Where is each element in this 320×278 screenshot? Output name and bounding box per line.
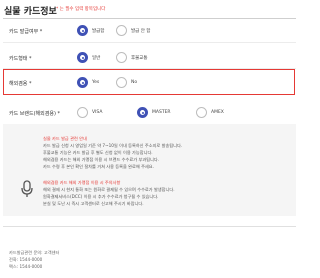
footer-divider	[3, 226, 296, 227]
notice-line: 분실 및 도난 시 즉시 고객센터로 신고해 주시기 바랍니다.	[43, 201, 144, 206]
option-brand-master: MASTER	[152, 110, 171, 115]
notice-line: 원화결제서비스(DCC) 이용 시 추가 수수료가 청구될 수 있습니다.	[43, 194, 159, 199]
label-overseas: 해외겸용 *	[9, 81, 32, 87]
option-card-issue-yes: 발급함	[92, 29, 105, 34]
label-card-brand: 카드 브랜드(해외겸용) *	[9, 111, 60, 117]
radio-brand-master[interactable]	[137, 107, 148, 118]
option-card-type-transit: 후불교통	[131, 56, 148, 61]
option-overseas-yes: Yes	[92, 80, 100, 85]
section-title: 실물 카드정보	[4, 7, 57, 17]
notice-line: 해외겸용 카드는 해외 가맹점 이용 시 브랜드 수수료가 부과됩니다.	[43, 157, 159, 162]
radio-card-type-transit[interactable]	[116, 52, 127, 63]
notice-line: 해외 결제 시 현지 통화 또는 원화로 결제될 수 있으며 수수료가 발생합니…	[43, 187, 175, 192]
notice-line: 카드 수령 후 본인 확인 절차를 거쳐 사용 등록을 완료해 주세요.	[43, 164, 154, 169]
notice-line: 실물 카드 발급 관련 안내	[43, 136, 87, 141]
radio-brand-amex[interactable]	[196, 107, 207, 118]
microphone-icon	[21, 180, 33, 197]
highlight-box	[3, 69, 295, 95]
top-divider	[3, 18, 296, 19]
radio-overseas-yes[interactable]	[77, 77, 88, 88]
notice-line: 후불교통 기능은 카드 발급 후 별도 신청 없이 이용 가능합니다.	[43, 150, 153, 155]
radio-card-issue-no[interactable]	[116, 25, 127, 36]
radio-card-issue-yes[interactable]	[77, 25, 88, 36]
notice-line: 카드 발급 신청 시 영업일 기준 약 7~10일 이내 등록하신 주소지로 발…	[43, 143, 183, 148]
radio-card-type-general[interactable]	[77, 52, 88, 63]
required-note: * 는 필수 입력 항목입니다	[56, 7, 106, 12]
notice-box: 실물 카드 발급 관련 안내 카드 발급 신청 시 영업일 기준 약 7~10일…	[3, 124, 296, 216]
footer-line: 전화: 1544-0000	[9, 257, 43, 262]
label-card-issue: 카드 발급여부 *	[9, 29, 43, 35]
option-overseas-no: No	[131, 80, 138, 85]
option-card-type-general: 일반	[92, 56, 101, 61]
footer-line: 카드발급관련 문의: 고객센터	[9, 250, 60, 255]
radio-overseas-no[interactable]	[116, 77, 127, 88]
radio-brand-visa[interactable]	[77, 107, 88, 118]
row-divider	[3, 42, 296, 43]
label-card-type: 카드형태 *	[9, 56, 32, 62]
option-brand-amex: AMEX	[211, 110, 224, 115]
notice-line: 해외겸용 카드 해외 가맹점 이용 시 주의사항	[43, 180, 121, 185]
footer-line: 팩스: 1544-0000	[9, 264, 43, 269]
option-brand-visa: VISA	[92, 110, 103, 115]
option-card-issue-no: 발급 안 함	[131, 29, 151, 34]
